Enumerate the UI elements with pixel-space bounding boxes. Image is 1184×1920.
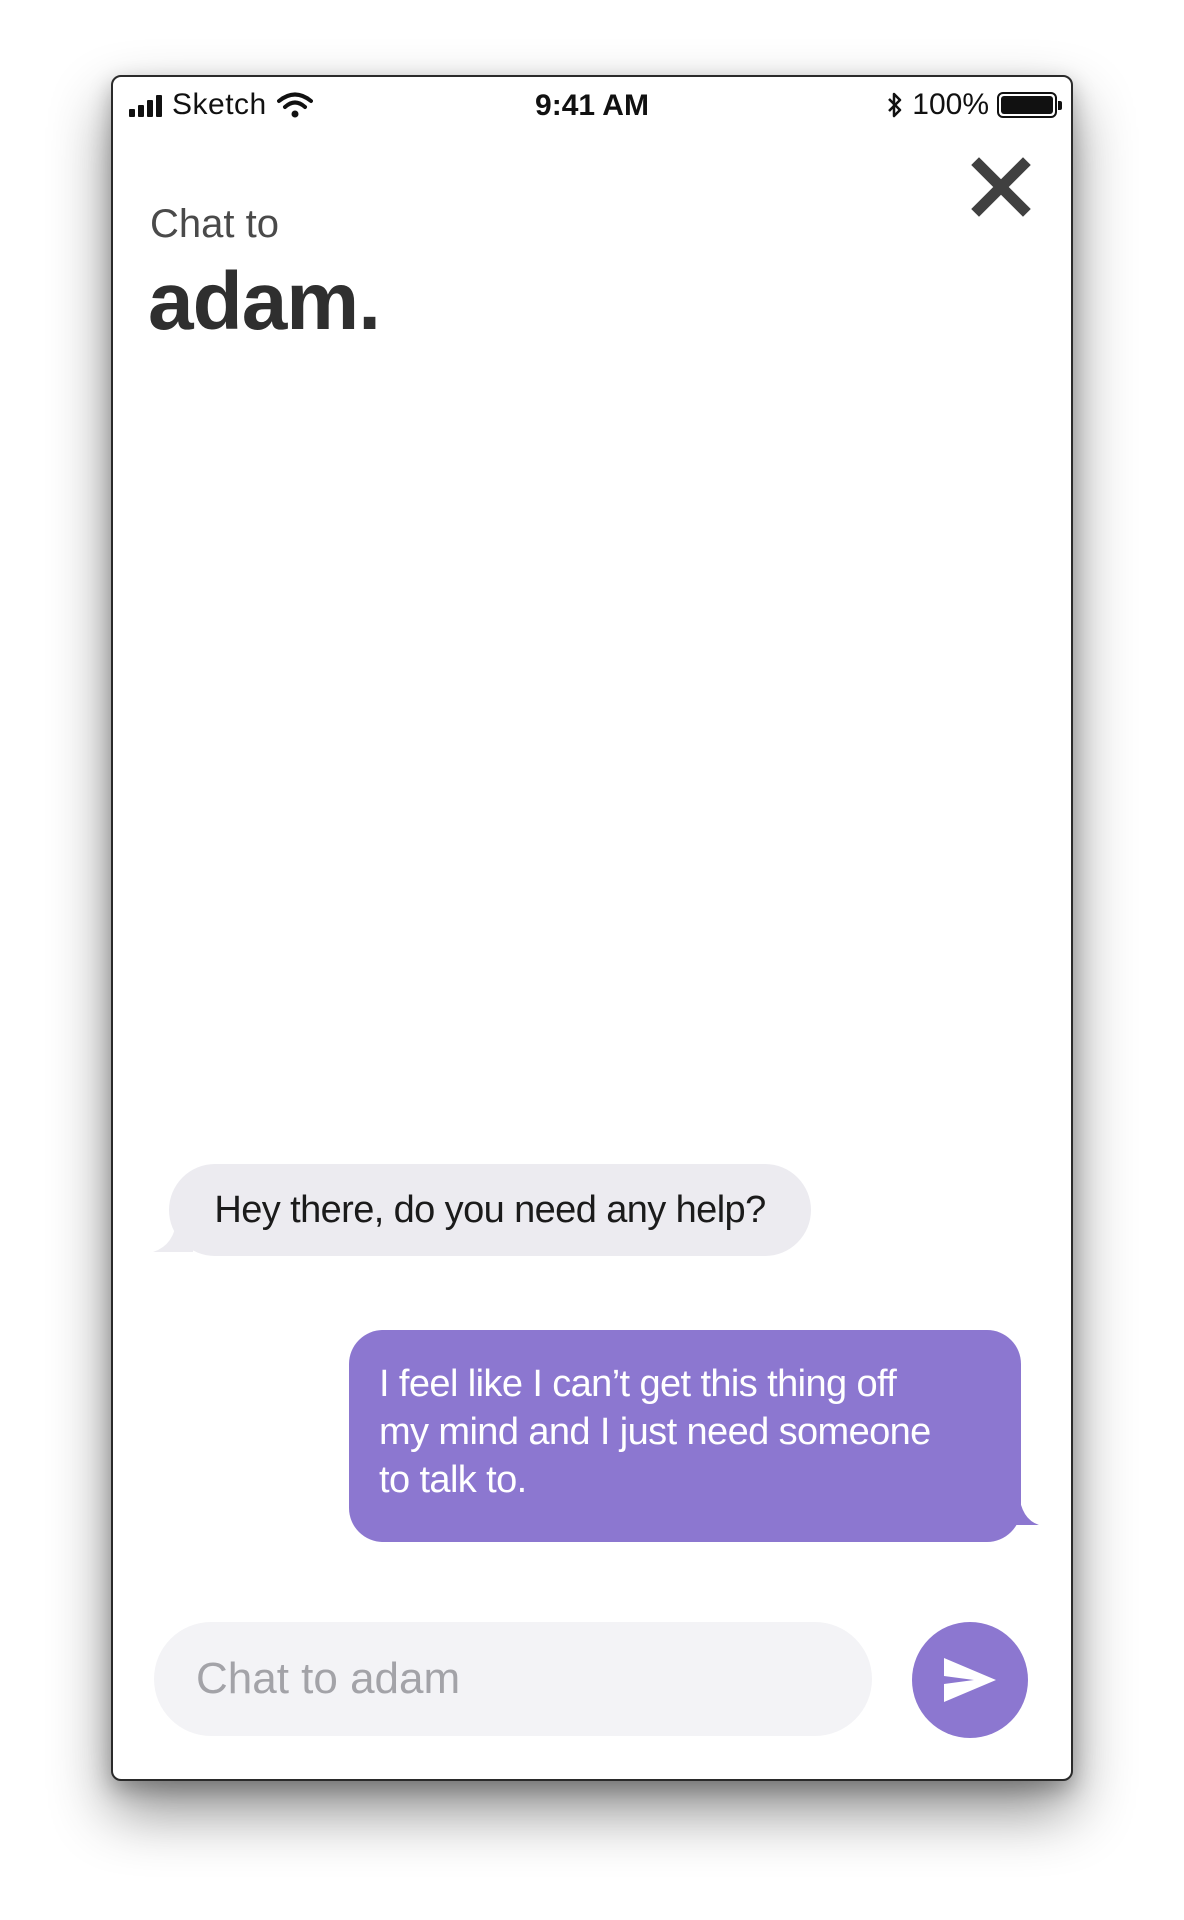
outgoing-message-line: I feel like I can’t get this thing off [379, 1363, 897, 1405]
outgoing-message-line: my mind and I just need someone [379, 1411, 931, 1453]
stage: Sketch 9:41 AM 100% Chat to adam. Hey th… [0, 0, 1184, 1920]
send-icon [944, 1658, 996, 1702]
close-icon [971, 157, 1031, 217]
bluetooth-icon [888, 92, 902, 118]
status-right: 100% [886, 87, 1062, 123]
close-button[interactable] [961, 147, 1041, 227]
battery-nub [1058, 101, 1062, 110]
chat-input[interactable] [154, 1622, 872, 1736]
battery-fill [1001, 96, 1053, 114]
battery-percent: 100% [912, 88, 989, 121]
outgoing-message: I feel like I can’t get this thing off m… [349, 1330, 1021, 1542]
status-bar: Sketch 9:41 AM 100% [113, 77, 1071, 133]
page-subtitle: Chat to [150, 202, 279, 246]
phone-screen: Sketch 9:41 AM 100% Chat to adam. Hey th… [111, 75, 1073, 1781]
outgoing-message-line: to talk to. [379, 1459, 527, 1501]
send-button[interactable] [912, 1622, 1028, 1738]
battery-icon [997, 92, 1062, 118]
incoming-message: Hey there, do you need any help? [169, 1164, 811, 1256]
incoming-message-text: Hey there, do you need any help? [214, 1188, 766, 1231]
page-title: adam. [148, 256, 381, 347]
outgoing-bubble-tail [1003, 1493, 1039, 1525]
